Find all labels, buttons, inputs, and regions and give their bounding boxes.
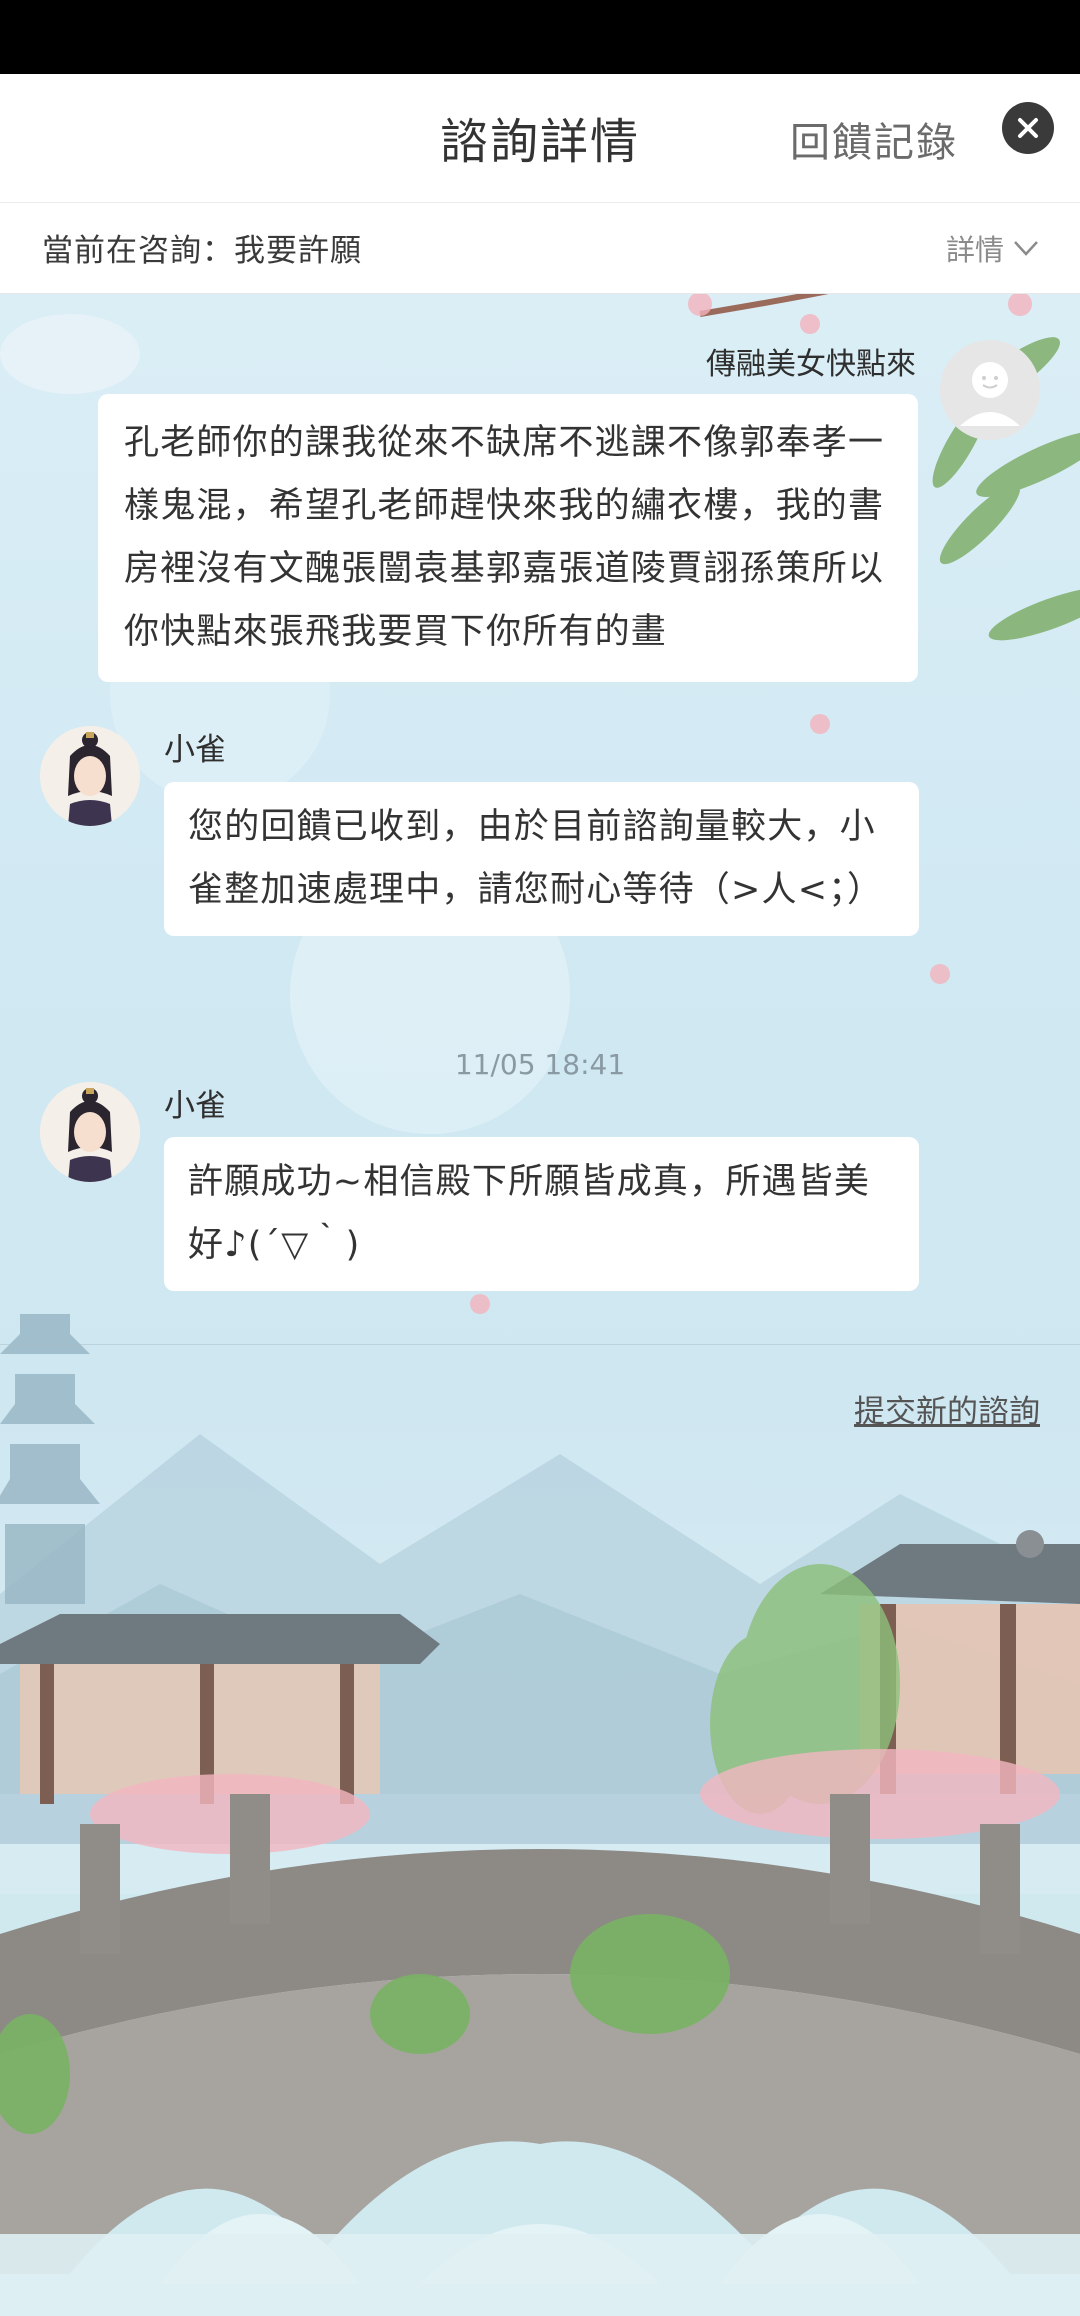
character-avatar-icon xyxy=(40,726,140,826)
message-timestamp: 11/05 18:41 xyxy=(454,1048,626,1081)
close-button[interactable] xyxy=(1002,102,1054,154)
status-bar xyxy=(0,0,1080,74)
feedback-records-link[interactable]: 回饋記錄 xyxy=(790,110,958,168)
divider xyxy=(0,1344,1080,1345)
character-avatar-icon xyxy=(40,1082,140,1182)
bot-avatar xyxy=(40,726,140,826)
chat-area[interactable]: 傳融美女快點來 孔老師你的課我從來不缺席不逃課不像郭奉孝一樣鬼混，希望孔老師趕快… xyxy=(0,294,1080,2316)
bot-message-bubble: 許願成功~相信殿下所願皆成真，所遇皆美好♪(´▽｀) xyxy=(164,1137,919,1291)
bot-avatar xyxy=(40,1082,140,1182)
detail-label: 詳情 xyxy=(945,233,1004,267)
submit-new-consultation-link[interactable]: 提交新的諮詢 xyxy=(854,1386,1040,1431)
current-topic: 當前在咨詢：我要許願 xyxy=(42,233,362,269)
detail-toggle[interactable]: 詳情 xyxy=(946,227,1040,269)
sender-name: 小雀 xyxy=(164,732,226,768)
header: 諮詢詳情 回饋記錄 xyxy=(0,74,1080,203)
sender-name: 小雀 xyxy=(164,1088,226,1124)
consult-topic-bar: 當前在咨詢：我要許願 詳情 xyxy=(0,203,1080,294)
user-avatar xyxy=(940,340,1040,440)
close-icon xyxy=(1018,118,1038,138)
sender-name: 傳融美女快點來 xyxy=(706,347,916,382)
default-avatar-icon xyxy=(940,340,1040,440)
chevron-down-icon xyxy=(1014,241,1038,256)
user-message-bubble: 孔老師你的課我從來不缺席不逃課不像郭奉孝一樣鬼混，希望孔老師趕快來我的繡衣樓，我… xyxy=(98,394,918,682)
bot-message-bubble: 您的回饋已收到，由於目前諮詢量較大，小雀整加速處理中，請您耐心等待（>人<；） xyxy=(164,782,919,936)
